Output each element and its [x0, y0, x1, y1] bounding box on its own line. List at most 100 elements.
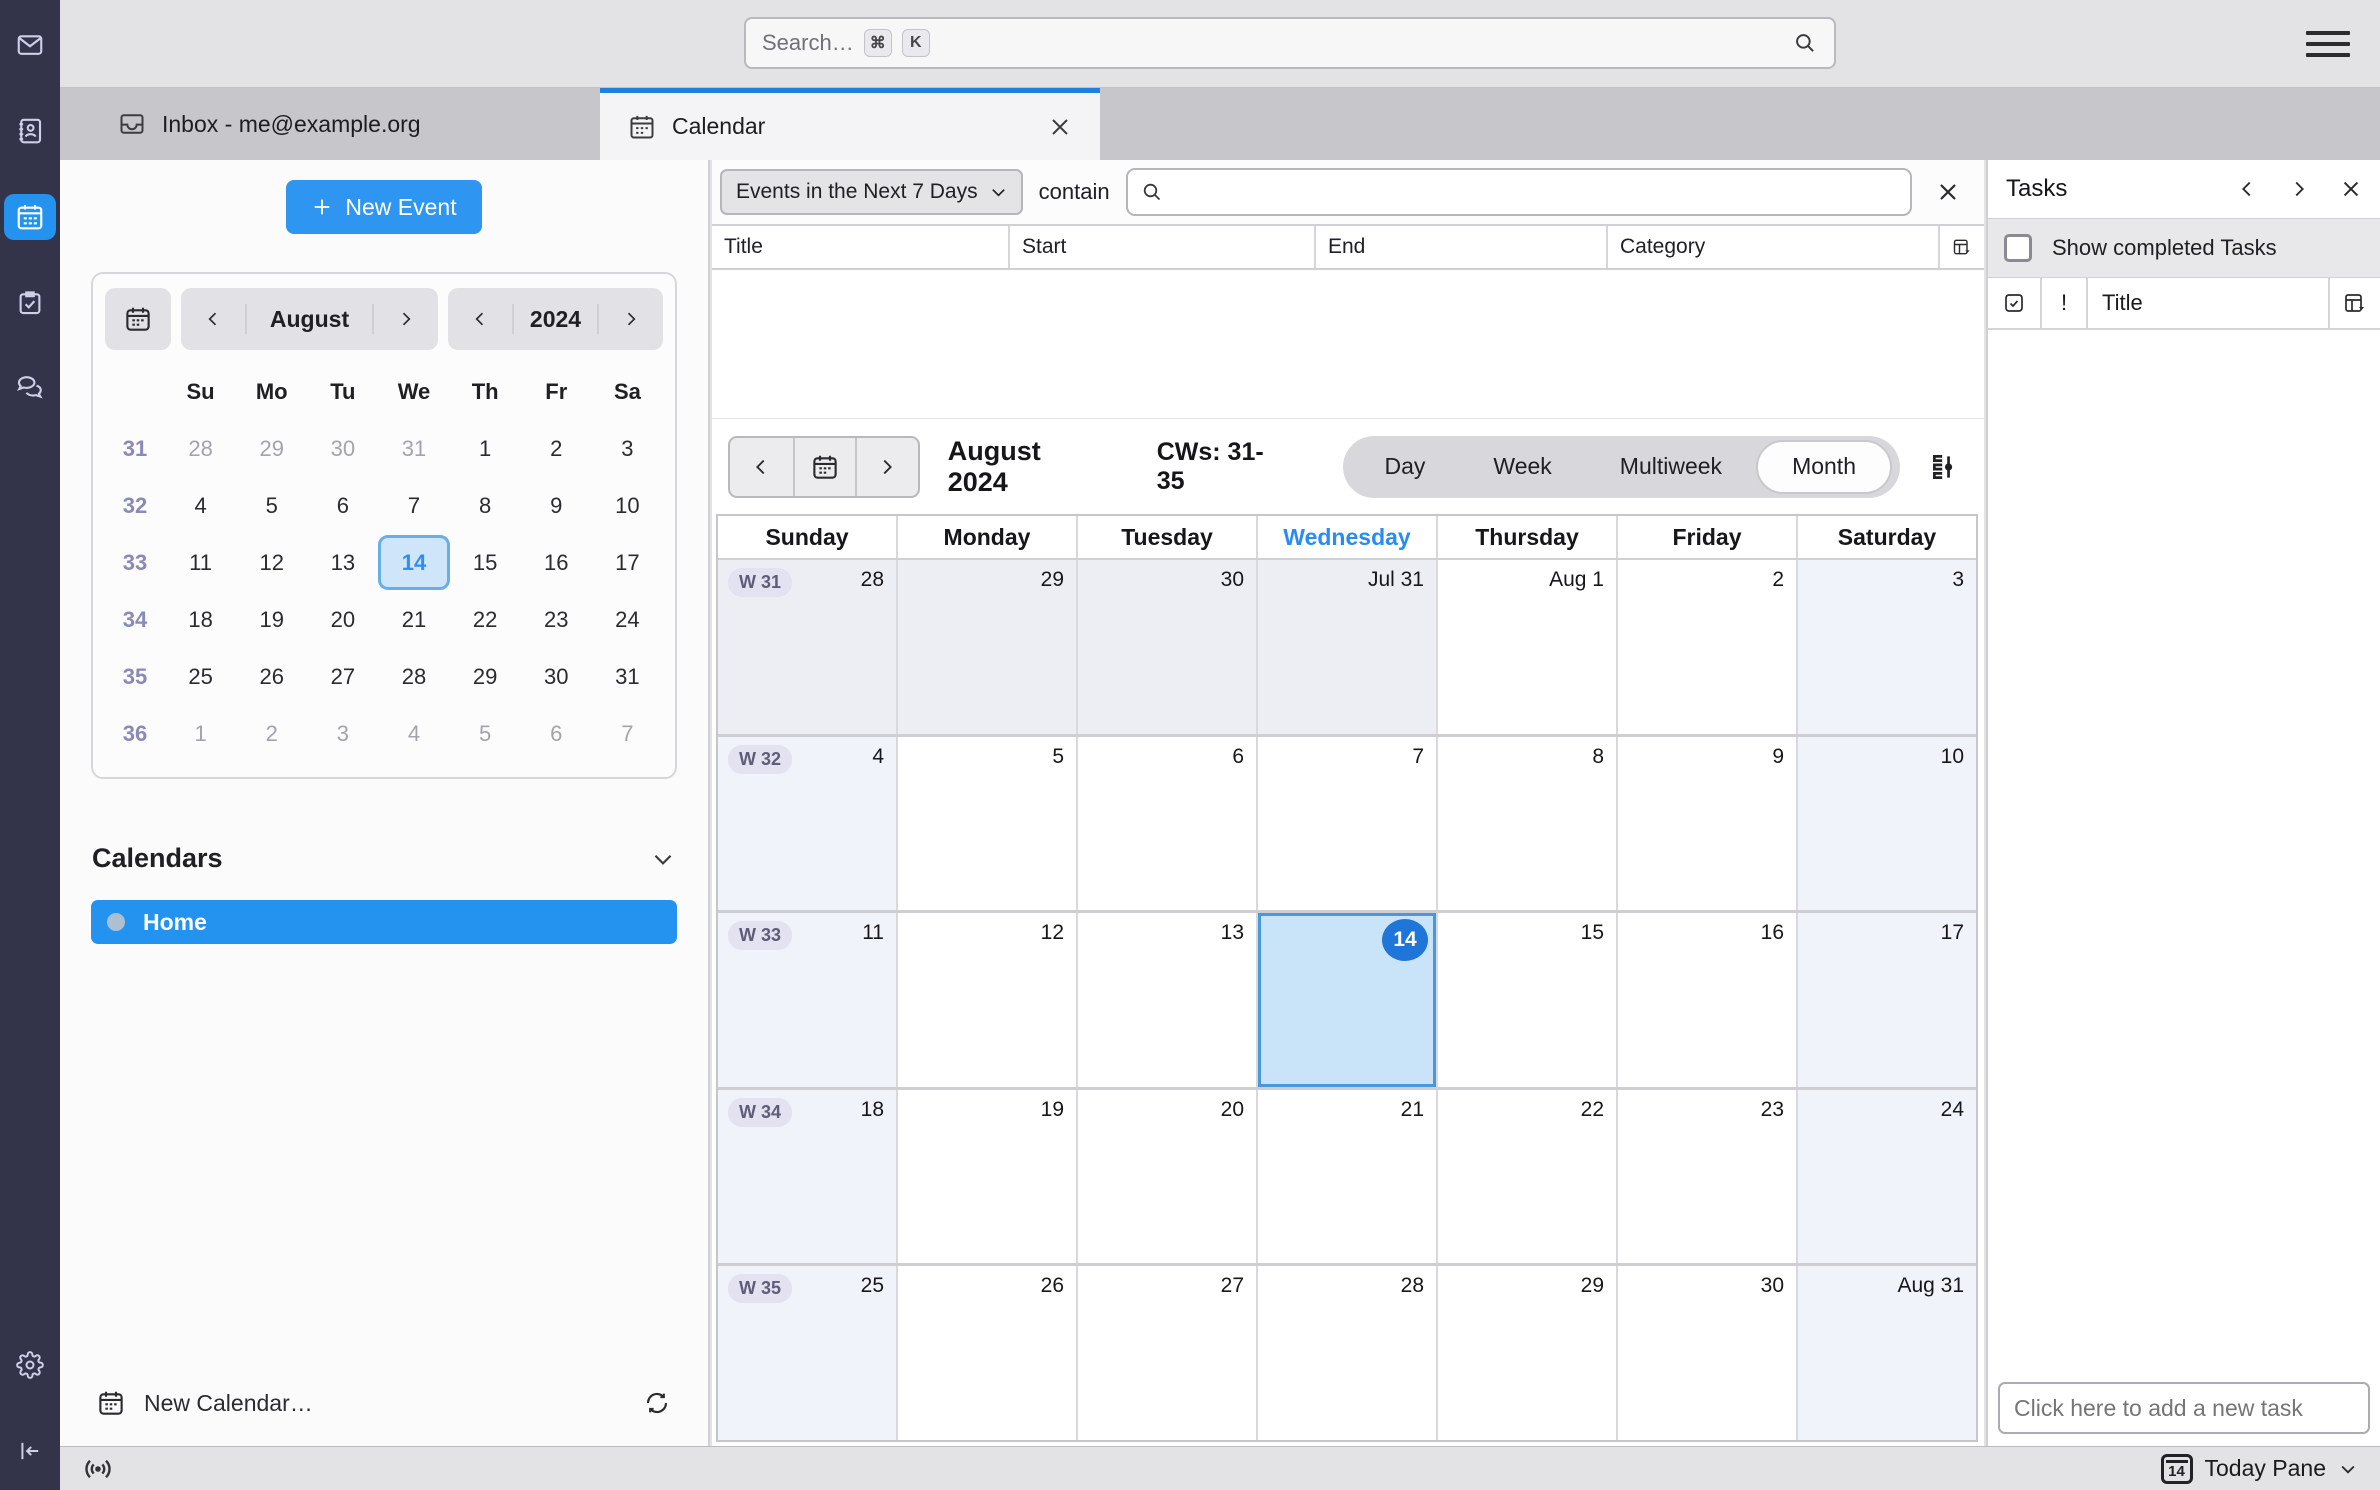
minical-day[interactable]: 19 [236, 592, 307, 647]
minical-day[interactable]: 4 [378, 706, 449, 761]
calendar-day-cell[interactable]: W 3311 [718, 913, 898, 1087]
previous-month-button[interactable] [181, 288, 245, 350]
minical-day[interactable]: 13 [307, 535, 378, 590]
minical-day[interactable]: 9 [521, 478, 592, 533]
calendar-day-cell[interactable]: 5 [898, 737, 1078, 911]
activity-status-icon[interactable] [82, 1453, 114, 1485]
go-to-today-button[interactable] [793, 438, 856, 496]
column-header-start[interactable]: Start [1010, 226, 1316, 268]
calendar-day-cell[interactable]: 6 [1078, 737, 1258, 911]
event-filter-search[interactable] [1126, 168, 1912, 216]
minical-day[interactable]: 3 [307, 706, 378, 761]
show-completed-checkbox[interactable] [2004, 234, 2032, 262]
calendar-day-cell[interactable]: 3 [1798, 560, 1976, 734]
minical-day[interactable]: 22 [450, 592, 521, 647]
close-tasks-icon[interactable] [2340, 178, 2362, 200]
minical-day[interactable]: 5 [450, 706, 521, 761]
calendar-day-cell[interactable]: 30 [1618, 1266, 1798, 1440]
tab-calendar[interactable]: Calendar [600, 88, 1100, 160]
collapse-spaces-button[interactable] [4, 1428, 56, 1474]
previous-period-button[interactable] [730, 438, 793, 496]
minical-day[interactable]: 27 [307, 649, 378, 704]
calendar-day-cell[interactable]: 19 [898, 1090, 1078, 1264]
minical-day[interactable]: 30 [307, 421, 378, 476]
calendar-day-cell[interactable]: 15 [1438, 913, 1618, 1087]
minical-day[interactable]: 7 [378, 478, 449, 533]
minical-day[interactable]: 2 [236, 706, 307, 761]
minical-day[interactable]: 31 [378, 421, 449, 476]
view-tab-week[interactable]: Week [1459, 436, 1585, 498]
minical-day[interactable]: 4 [165, 478, 236, 533]
minical-day[interactable]: 10 [592, 478, 663, 533]
mail-space-button[interactable] [4, 22, 56, 68]
minical-day[interactable]: 1 [165, 706, 236, 761]
app-menu-button[interactable] [2306, 26, 2350, 62]
calendar-day-cell[interactable]: Aug 31 [1798, 1266, 1976, 1440]
event-range-dropdown[interactable]: Events in the Next 7 Days [720, 169, 1023, 215]
chevron-down-icon[interactable] [650, 846, 676, 872]
minical-day[interactable]: 20 [307, 592, 378, 647]
minical-day[interactable]: 1 [450, 421, 521, 476]
minical-day[interactable]: 23 [521, 592, 592, 647]
calendar-space-button[interactable] [4, 194, 56, 240]
column-header-title[interactable]: Title [712, 226, 1010, 268]
minical-day[interactable]: 25 [165, 649, 236, 704]
new-calendar-button[interactable]: New Calendar… [96, 1388, 313, 1418]
view-tab-day[interactable]: Day [1351, 436, 1460, 498]
minical-day[interactable]: 24 [592, 592, 663, 647]
view-tab-month[interactable]: Month [1756, 440, 1892, 494]
calendar-day-cell[interactable]: 12 [898, 913, 1078, 1087]
chat-space-button[interactable] [4, 366, 56, 412]
minical-day[interactable]: 15 [450, 535, 521, 590]
minical-day[interactable]: 7 [592, 706, 663, 761]
next-pane-icon[interactable] [2288, 178, 2310, 200]
close-filter-icon[interactable] [1928, 172, 1968, 212]
minical-day[interactable]: 12 [236, 535, 307, 590]
minical-day[interactable]: 31 [592, 649, 663, 704]
next-period-button[interactable] [855, 438, 918, 496]
minical-day[interactable]: 26 [236, 649, 307, 704]
minical-day[interactable]: 2 [521, 421, 592, 476]
calendar-day-cell[interactable]: Aug 1 [1438, 560, 1618, 734]
addressbook-space-button[interactable] [4, 108, 56, 154]
calendar-day-cell[interactable]: 10 [1798, 737, 1976, 911]
calendar-day-cell[interactable]: 21 [1258, 1090, 1438, 1264]
priority-column-header[interactable]: ! [2042, 278, 2088, 328]
calendar-day-cell[interactable]: Jul 31 [1258, 560, 1438, 734]
tab-inbox[interactable]: Inbox - me@example.org [88, 88, 451, 160]
calendar-list-item-home[interactable]: Home [91, 900, 677, 944]
minical-day[interactable]: 8 [450, 478, 521, 533]
minical-day[interactable]: 29 [450, 649, 521, 704]
minical-day[interactable]: 30 [521, 649, 592, 704]
tasks-space-button[interactable] [4, 280, 56, 326]
new-event-button[interactable]: New Event [286, 180, 482, 234]
event-filter-input[interactable] [1174, 180, 1898, 204]
sync-calendars-button[interactable] [642, 1388, 672, 1418]
minical-day[interactable]: 5 [236, 478, 307, 533]
minical-day-selected[interactable]: 14 [378, 535, 449, 590]
calendar-day-cell[interactable]: 29 [1438, 1266, 1618, 1440]
calendar-day-cell[interactable]: W 3418 [718, 1090, 898, 1264]
calendar-day-cell[interactable]: 27 [1078, 1266, 1258, 1440]
column-header-end[interactable]: End [1316, 226, 1608, 268]
calendar-day-cell[interactable]: W 324 [718, 737, 898, 911]
calendar-day-cell[interactable]: 8 [1438, 737, 1618, 911]
minical-day[interactable]: 6 [307, 478, 378, 533]
minical-day[interactable]: 18 [165, 592, 236, 647]
minical-day[interactable]: 28 [165, 421, 236, 476]
minical-day[interactable]: 11 [165, 535, 236, 590]
calendar-day-cell[interactable]: 24 [1798, 1090, 1976, 1264]
task-title-column-header[interactable]: Title [2088, 278, 2330, 328]
calendar-day-cell[interactable]: 7 [1258, 737, 1438, 911]
mini-calendar-today-button[interactable] [105, 288, 171, 350]
calendar-day-cell[interactable]: 29 [898, 560, 1078, 734]
calendar-day-cell[interactable]: 28 [1258, 1266, 1438, 1440]
minical-day[interactable]: 6 [521, 706, 592, 761]
minical-day[interactable]: 28 [378, 649, 449, 704]
calendar-day-cell[interactable]: 13 [1078, 913, 1258, 1087]
calendar-day-cell[interactable]: W 3525 [718, 1266, 898, 1440]
close-tab-icon[interactable] [1048, 115, 1072, 139]
column-header-category[interactable]: Category [1608, 226, 1940, 268]
view-tab-multiweek[interactable]: Multiweek [1586, 436, 1756, 498]
add-task-input[interactable] [1998, 1382, 2370, 1434]
